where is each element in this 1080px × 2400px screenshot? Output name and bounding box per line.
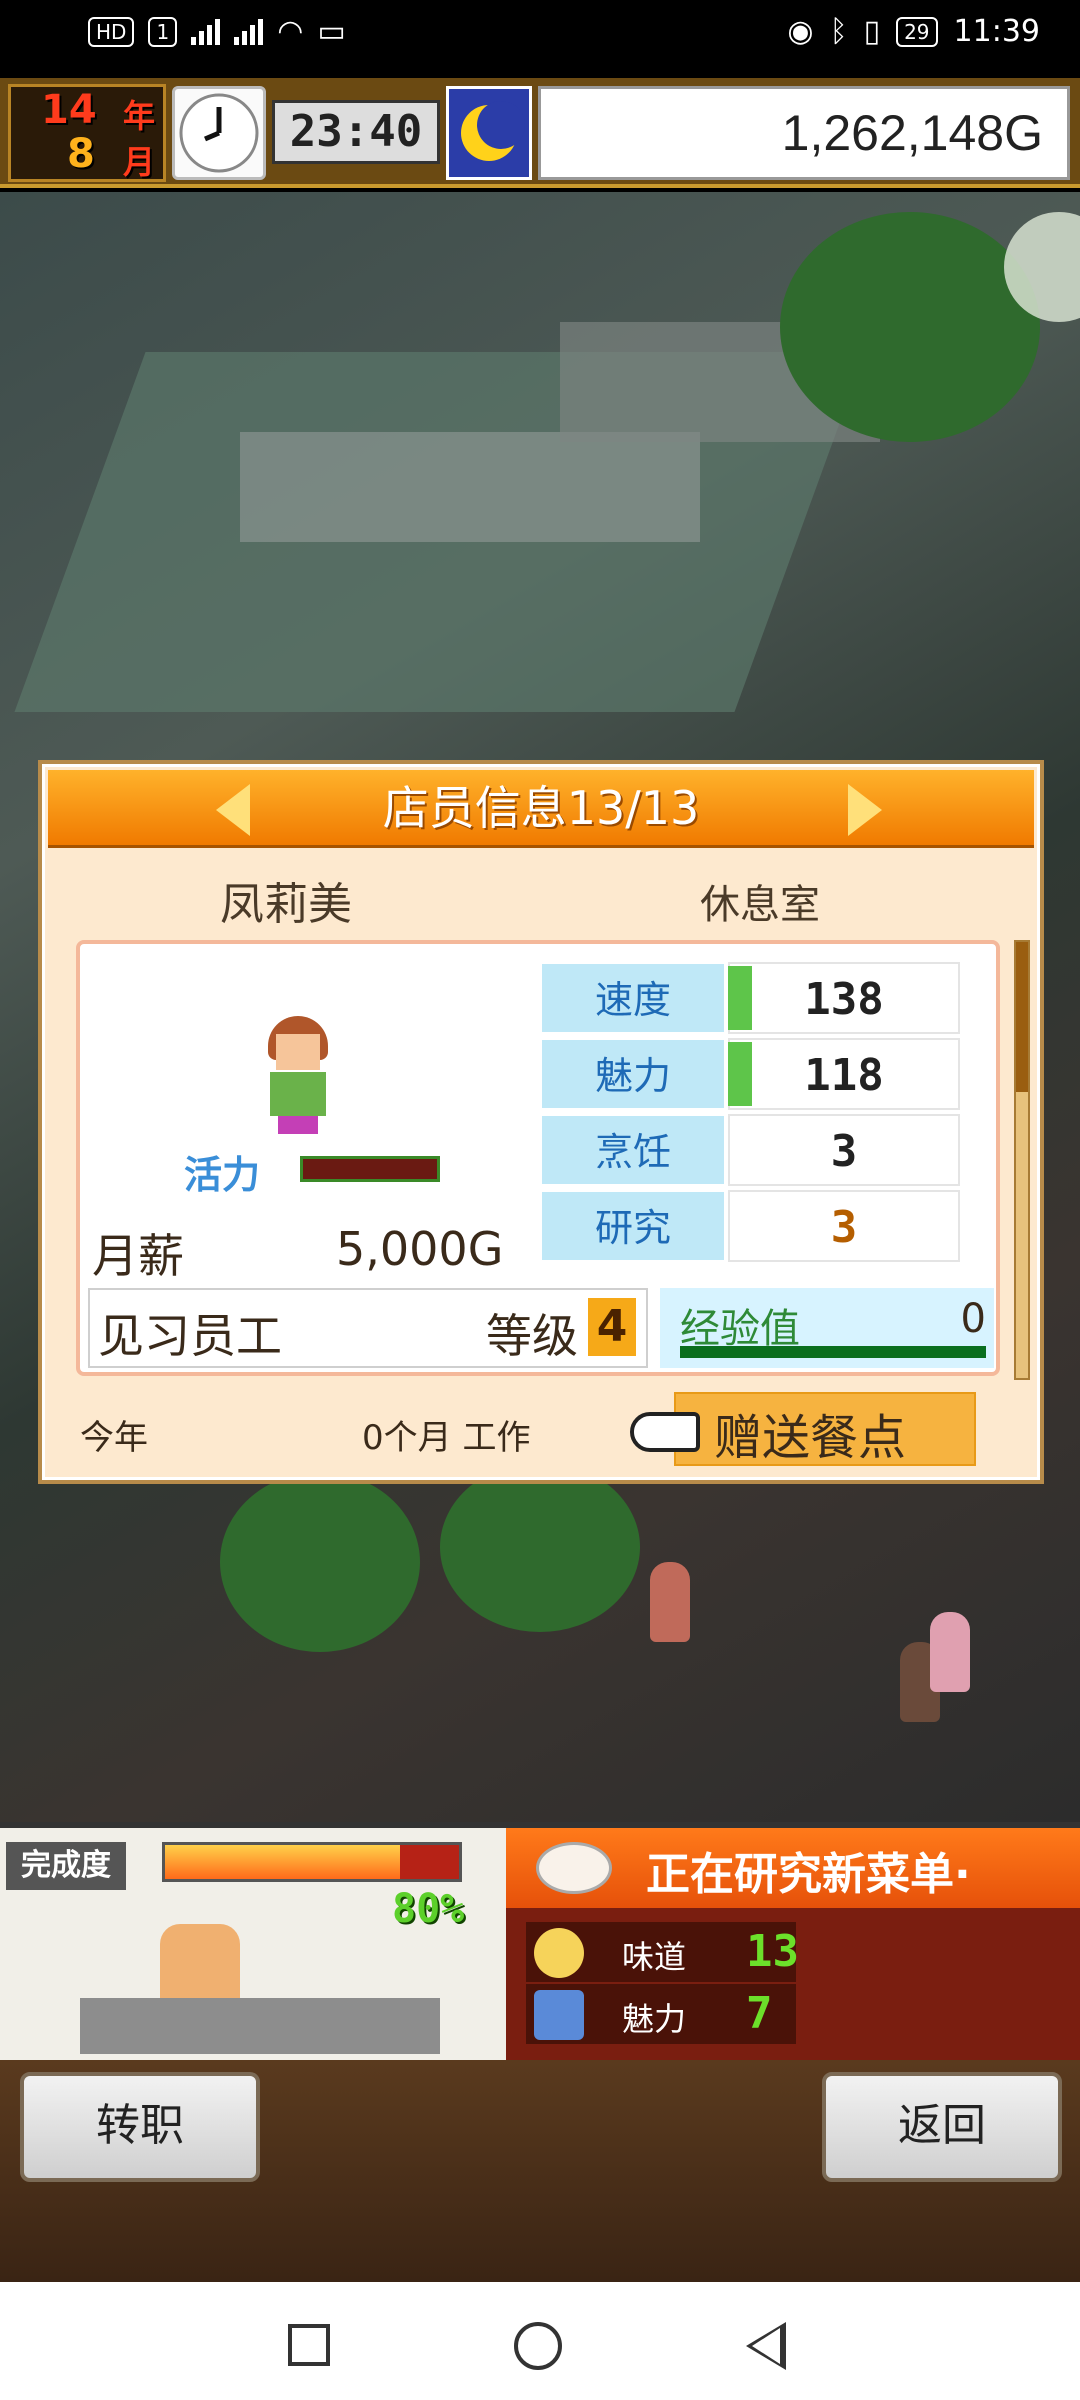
stat-label-cooking: 烹饪 (540, 1114, 726, 1186)
dish-icon (536, 1842, 612, 1894)
back-nav-button[interactable] (746, 2322, 786, 2370)
research-row-charm: 魅力 7 (526, 1984, 796, 2044)
sparkle-icon (534, 1990, 584, 2040)
stat-value-charm: 118 (728, 1038, 960, 1110)
tv-icon: ▭ (317, 14, 346, 49)
wifi-icon: ◠ (277, 14, 304, 49)
exp-value: 0 (960, 1296, 986, 1342)
button-bar: 转职 返回 (0, 2060, 1080, 2282)
research-value-charm: 7 (746, 1988, 773, 2039)
level-badge: 4 (588, 1298, 636, 1356)
stat-row: 速度 138 (540, 962, 960, 1038)
salary-label: 月薪 (92, 1229, 184, 1283)
completion-percent: 80% (392, 1886, 465, 1932)
staff-name: 凤莉美 (220, 879, 352, 930)
recent-apps-button[interactable] (288, 2324, 330, 2366)
scrollbar[interactable] (1014, 940, 1030, 1380)
year-label: 今年 (80, 1418, 148, 1458)
staff-card: 活力 月薪 5,000G 速度 138 魅力 118 烹饪 3 研究 3 见习员… (76, 940, 1000, 1376)
stat-row: 烹饪 3 (540, 1114, 960, 1190)
completion-bar (162, 1842, 462, 1882)
tree (440, 1462, 640, 1632)
back-button[interactable]: 返回 (822, 2072, 1062, 2182)
research-label-charm: 魅力 (622, 2000, 687, 2038)
money-display: 1,262,148G (538, 86, 1070, 180)
vibrate-icon: ▯ (863, 14, 881, 49)
rank-title: 见习员工 (98, 1309, 282, 1363)
stat-label-speed: 速度 (540, 962, 726, 1034)
stat-row: 研究 3 (540, 1190, 960, 1266)
dialog-title: 店员信息13/13 (382, 781, 700, 835)
clock-icon (172, 86, 266, 180)
work-duration: 0个月 工作 (362, 1418, 531, 1458)
next-staff-arrow-icon[interactable] (848, 784, 882, 836)
stat-label-charm: 魅力 (540, 1038, 726, 1110)
stat-bar-charm (728, 1042, 752, 1106)
date-panel: 14 年 8 月 (8, 84, 166, 182)
month-unit: 月 (123, 143, 156, 181)
pointing-hand-icon (630, 1412, 700, 1452)
sim-badge: 1 (148, 16, 178, 47)
research-header: 正在研究新菜单· (506, 1828, 1080, 1908)
stat-value-cooking: 3 (728, 1114, 960, 1186)
customer-sprite (650, 1562, 690, 1642)
stat-value-research: 3 (728, 1190, 960, 1262)
vitality-label: 活力 (184, 1153, 261, 1197)
research-row-taste: 味道 13 (526, 1922, 799, 1982)
game-time: 23:40 (272, 100, 440, 164)
stats-table: 速度 138 魅力 118 烹饪 3 研究 3 (540, 962, 960, 1266)
battery-icon: 29 (896, 16, 938, 47)
eye-icon: ◉ (787, 14, 814, 49)
research-label-taste: 味道 (622, 1938, 687, 1976)
signal-icon (234, 18, 264, 45)
moon-icon (446, 86, 532, 180)
bottom-panel: 完成度 80% 正在研究新菜单· 味道 13 魅力 7 (0, 1822, 1080, 2060)
hd-badge: HD (88, 16, 135, 47)
staff-avatar (258, 1016, 338, 1136)
research-title: 正在研究新菜单· (646, 1849, 971, 1900)
kitchen-counter (80, 1998, 440, 2054)
status-bar: HD 1 ◠ ▭ ◉ ᛒ ▯ 29 11:39 (0, 0, 1080, 78)
clock-time: 11:39 (953, 14, 1040, 49)
kitchen-view: 完成度 80% (0, 1828, 506, 2060)
customer-sprite (930, 1612, 970, 1692)
navigation-bar (0, 2282, 1080, 2400)
home-button[interactable] (514, 2322, 562, 2370)
month-number: 8 (67, 131, 95, 177)
staff-location: 休息室 (700, 882, 820, 928)
rank-row: 见习员工 等级 4 (88, 1288, 648, 1368)
stat-value-speed: 138 (728, 962, 960, 1034)
stat-row: 魅力 118 (540, 1038, 960, 1114)
exp-row: 经验值 0 (660, 1288, 994, 1368)
completion-label: 完成度 (6, 1842, 126, 1890)
year-number: 14 (41, 87, 97, 133)
exp-bar (680, 1346, 986, 1358)
year-unit: 年 (123, 97, 156, 135)
stat-label-research: 研究 (540, 1190, 726, 1262)
vitality-bar (300, 1156, 440, 1182)
signal-icon (191, 18, 221, 45)
tree (780, 212, 1040, 442)
bluetooth-icon: ᛒ (829, 14, 848, 49)
tree (220, 1472, 420, 1652)
dialog-titlebar: 店员信息13/13 (48, 770, 1034, 848)
research-panel: 正在研究新菜单· 味道 13 魅力 7 (506, 1828, 1080, 2060)
gift-meal-label: 赠送餐点 (714, 1410, 907, 1466)
level-label: 等级 (486, 1309, 578, 1363)
research-value-taste: 13 (746, 1926, 799, 1977)
kitchen-counter (240, 432, 700, 542)
transfer-job-button[interactable]: 转职 (20, 2072, 260, 2182)
gift-meal-button[interactable]: 赠送餐点 (674, 1392, 976, 1466)
stat-bar-speed (728, 966, 752, 1030)
game-hud: 14 年 8 月 23:40 1,262,148G (0, 78, 1080, 188)
smile-icon (534, 1928, 584, 1978)
salary-value: 5,000G (336, 1222, 504, 1276)
staff-info-dialog: 店员信息13/13 凤莉美 休息室 活力 月薪 5,000G 速度 138 魅力… (38, 760, 1044, 1484)
completion-bar-fill (165, 1845, 401, 1879)
